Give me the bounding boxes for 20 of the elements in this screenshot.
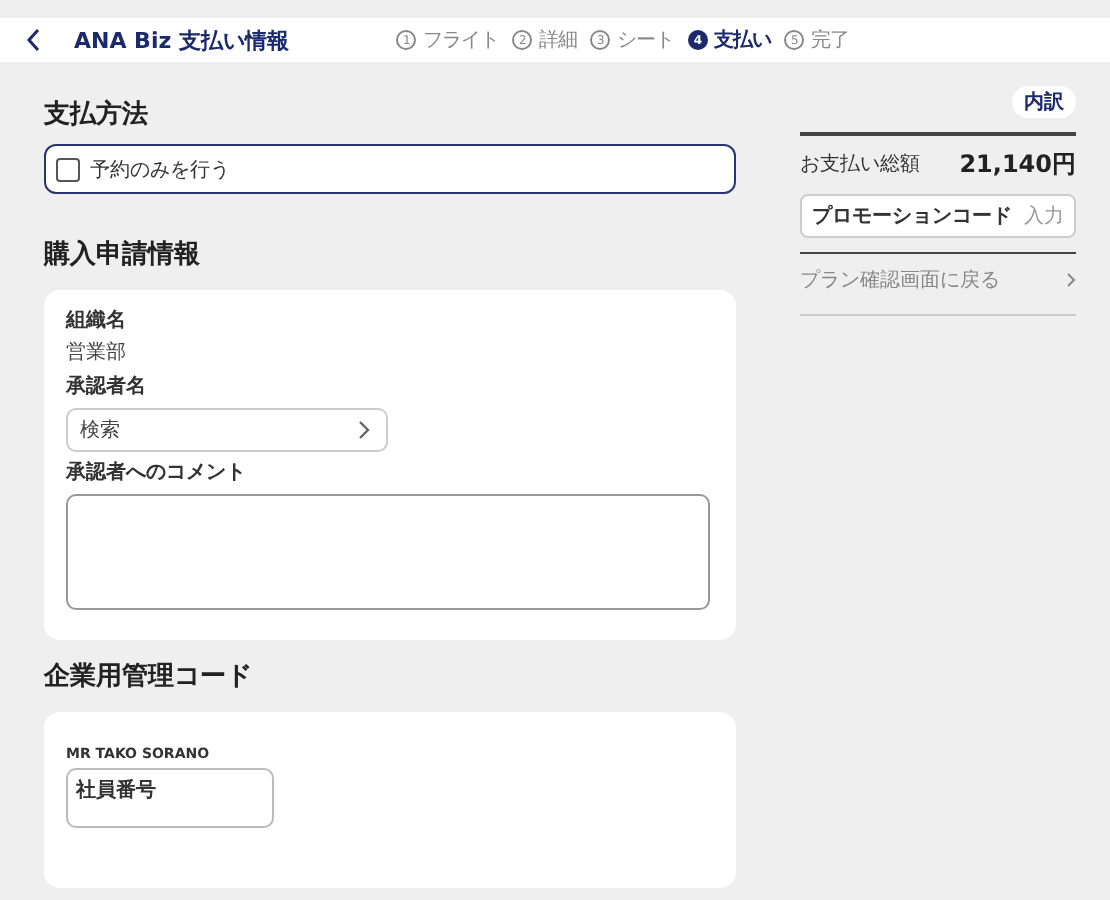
section-title: 企業用管理コード bbox=[44, 660, 254, 696]
total-amount: 21,140円 bbox=[959, 147, 1076, 181]
employee-number-field[interactable]: 社員番号 bbox=[66, 768, 274, 828]
chevron-right-icon bbox=[358, 420, 370, 440]
field-label: 組織名 bbox=[66, 308, 128, 336]
field-label: 承認者へのコメント bbox=[66, 460, 248, 488]
field-value: 営業部 bbox=[66, 340, 128, 368]
search-field[interactable]: 検索 bbox=[66, 408, 388, 452]
section-title: 購入申請情報 bbox=[44, 238, 202, 274]
page-title: ANA Biz 支払い情報 bbox=[74, 25, 289, 55]
section-title: 支払方法 bbox=[44, 98, 150, 134]
checkbox-option[interactable]: 予約のみを行う bbox=[44, 144, 736, 194]
comment-field[interactable] bbox=[66, 494, 710, 610]
back-icon[interactable] bbox=[26, 28, 42, 52]
chevron-right-icon bbox=[1066, 272, 1076, 288]
field-label: 承認者名 bbox=[66, 374, 148, 402]
checkbox[interactable] bbox=[56, 157, 80, 181]
promo-code-field[interactable]: プロモーションコード 入力 bbox=[800, 193, 1076, 237]
breakdown-button[interactable]: 内訳 bbox=[1012, 86, 1076, 118]
total-label: お支払い総額 bbox=[800, 151, 920, 178]
